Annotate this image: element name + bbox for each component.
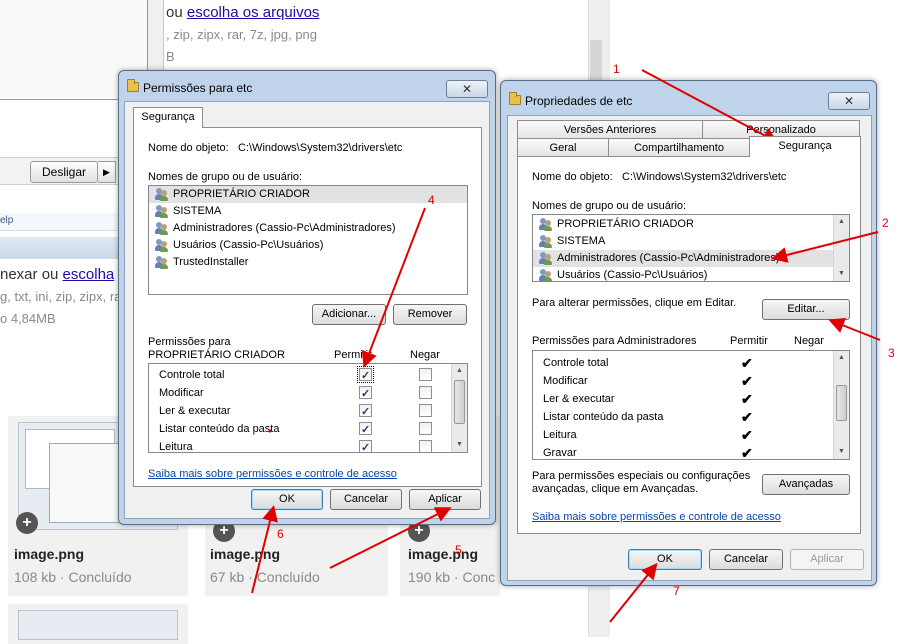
annotation-label-5: 5 — [455, 543, 462, 557]
annotation-arrow-3 — [828, 317, 881, 341]
annotation-label-3: 3 — [888, 346, 895, 360]
annotation-label-7: 7 — [673, 584, 680, 598]
tab-seguranca[interactable]: Segurança — [749, 136, 861, 157]
tab-seguranca[interactable]: Segurança — [133, 107, 203, 128]
annotation-label-4: 4 — [428, 193, 435, 207]
annotation-arrows — [251, 69, 881, 623]
annotation-label-2: 2 — [882, 216, 889, 230]
annotation-arrow-2 — [771, 231, 879, 263]
annotation-arrow-5 — [329, 507, 452, 569]
annotation-dot — [268, 429, 272, 433]
annotation-arrow-1 — [641, 69, 779, 143]
annotation-arrow-4 — [361, 207, 426, 368]
annotation-label-1: 1 — [613, 62, 620, 76]
annotation-arrow-7 — [609, 562, 658, 623]
annotation-arrow-6 — [251, 505, 278, 594]
annotation-label-6: 6 — [277, 527, 284, 541]
